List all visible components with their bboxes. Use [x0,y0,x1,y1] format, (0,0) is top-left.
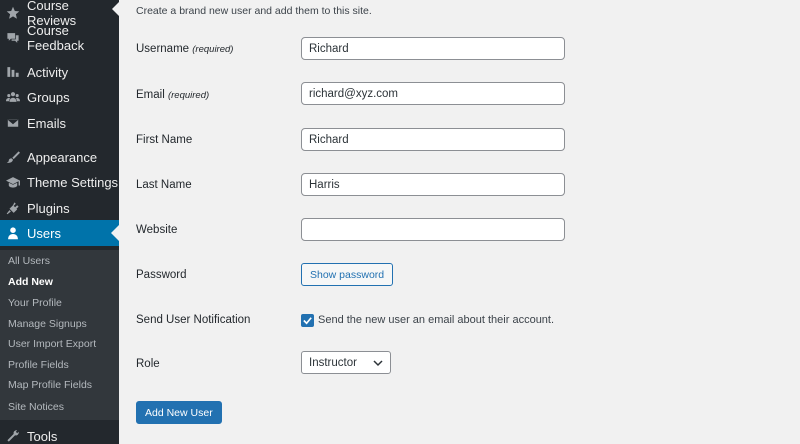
menu-label: Emails [27,115,67,131]
menu-item-groups[interactable]: Groups [0,84,119,110]
submenu-add-new[interactable]: Add New [8,276,53,288]
submenu-user-import-export[interactable]: User Import Export [8,338,96,350]
submenu-all-users[interactable]: All Users [8,255,50,267]
role-selected-value: Instructor [309,356,357,369]
website-input[interactable] [301,218,565,241]
website-label: Website [136,224,178,236]
required-hint: (required) [167,90,210,101]
username-label-text: Username [136,43,190,55]
active-arrow [111,225,119,241]
chevron-down-icon [373,359,383,366]
menu-label: Groups [27,89,70,105]
arrow-indicator [112,2,119,16]
email-label: Email (required) [136,89,209,101]
show-password-button[interactable]: Show password [301,263,394,286]
menu-item-appearance[interactable]: Appearance [0,144,119,170]
menu-label: Plugins [27,200,70,216]
add-new-user-button[interactable]: Add New User [136,401,222,424]
email-input[interactable] [301,82,565,105]
submenu-site-notices[interactable]: Site Notices [8,401,64,413]
menu-label: Appearance [27,149,98,165]
menu-label: Activity [27,64,69,80]
activity-icon [6,65,20,79]
menu-item-emails[interactable]: Emails [0,110,119,136]
role-label: Role [136,358,160,370]
role-select[interactable]: Instructor [301,351,391,374]
last-name-label: Last Name [136,179,192,191]
groups-icon [6,90,20,104]
graduation-cap-icon [6,175,20,189]
last-name-input[interactable] [301,173,565,196]
checkmark-icon [303,317,312,325]
menu-item-course-feedback[interactable]: Course Feedback [0,23,119,53]
comments-icon [6,31,20,45]
submenu-profile-fields[interactable]: Profile Fields [8,359,69,371]
page-intro: Create a brand new user and add them to … [136,5,372,17]
wrench-icon [6,429,20,443]
required-hint: (required) [192,44,234,55]
submenu-map-profile-fields[interactable]: Map Profile Fields [8,379,92,391]
user-icon [6,226,20,240]
paintbrush-icon [6,150,20,164]
password-label: Password [136,269,187,281]
submenu-manage-signups[interactable]: Manage Signups [8,318,87,330]
menu-item-theme-settings[interactable]: Theme Settings [0,169,119,195]
first-name-input[interactable] [301,128,565,151]
email-label-text: Email [136,89,165,101]
email-icon [6,116,20,130]
menu-item-plugins[interactable]: Plugins [0,195,119,221]
notification-label: Send User Notification [136,314,251,326]
menu-item-activity[interactable]: Activity [0,59,119,85]
menu-item-tools[interactable]: Tools [0,423,119,444]
plugin-icon [6,201,20,215]
username-label: Username (required) [136,43,233,55]
admin-sidebar: Course Reviews Course Feedback Activity … [0,0,119,444]
menu-item-users[interactable]: Users [0,220,119,246]
users-submenu: All Users Add New Your Profile Manage Si… [0,250,119,420]
menu-label: Course Feedback [27,23,85,53]
first-name-label: First Name [136,134,193,146]
notification-checkbox-label[interactable]: Send the new user an email about their a… [318,314,554,326]
star-icon [6,6,20,20]
main-content: Create a brand new user and add them to … [119,0,800,444]
menu-label: Users [27,225,61,241]
submenu-your-profile[interactable]: Your Profile [8,297,62,309]
username-input[interactable] [301,37,565,60]
send-notification-checkbox[interactable] [301,314,314,327]
menu-label: Tools [27,428,58,444]
menu-label: Theme Settings [27,174,119,190]
